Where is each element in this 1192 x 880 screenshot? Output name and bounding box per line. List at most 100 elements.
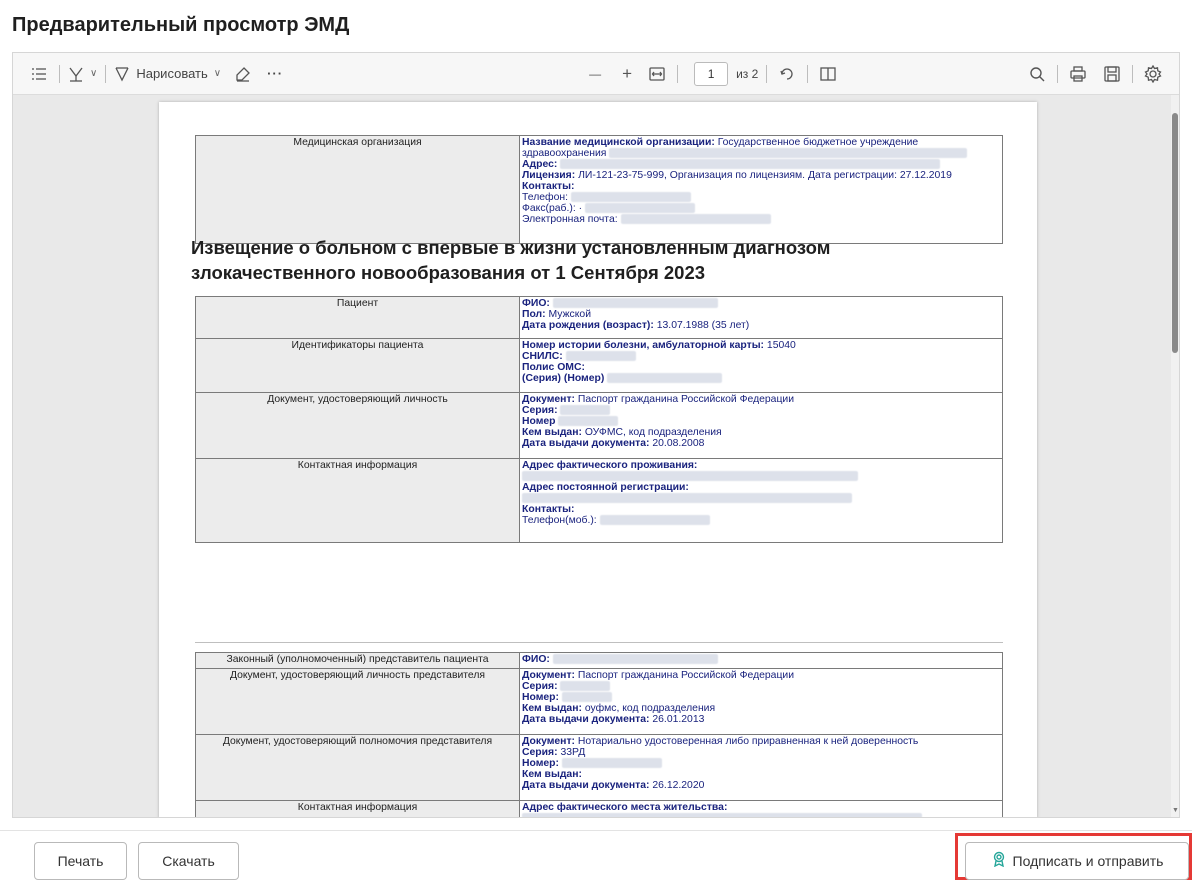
scrollbar-thumb[interactable] (1172, 113, 1178, 353)
sign-and-send-button[interactable]: Подписать и отправить (965, 842, 1189, 880)
rep-issued-value: оуфмс, код подразделения (584, 703, 716, 714)
oms-key: Полис ОМС: (522, 362, 585, 373)
highlight-icon[interactable]: ∨ (68, 60, 97, 88)
document-page: Медицинская организация Название медицин… (159, 102, 1037, 817)
redacted-field (561, 758, 662, 769)
redacted-field (620, 214, 771, 225)
sign-and-send-label: Подписать и отправить (1012, 853, 1164, 869)
snils-key: СНИЛС: (522, 351, 563, 362)
rep-issued-key: Кем выдан: (522, 703, 582, 714)
draw-label: Нарисовать (136, 66, 208, 81)
doc-details: Документ: Паспорт гражданина Российской … (519, 392, 1003, 459)
redacted-field (522, 471, 858, 482)
series-number-key: (Серия) (Номер) (522, 373, 605, 384)
org-name-key: Название медицинской организации: (522, 137, 715, 148)
redacted-field (558, 416, 619, 427)
save-icon[interactable] (1100, 60, 1124, 88)
dialog-title: Предварительный просмотр ЭМД (12, 14, 350, 36)
rep-address-key: Адрес фактического места жительства: (522, 802, 728, 813)
rep-doc-details: Документ: Паспорт гражданина Российской … (519, 668, 1003, 735)
issue-date-key: Дата выдачи документа: (522, 438, 650, 449)
redacted-field (565, 351, 636, 362)
page-view-icon[interactable] (816, 60, 840, 88)
auth-issued-key: Кем выдан: (522, 769, 582, 780)
redacted-field (560, 405, 611, 416)
contact-details: Адрес фактического проживания: Адрес пос… (519, 458, 1003, 543)
fio-key: ФИО: (522, 298, 550, 309)
scroll-down-arrow[interactable]: ▼ (1172, 807, 1179, 815)
signature-icon (991, 851, 1007, 871)
draw-icon (115, 66, 129, 81)
doc-value: Паспорт гражданина Российской Федерации (577, 394, 795, 405)
redacted-field (522, 813, 922, 817)
redacted-field (570, 192, 691, 203)
auth-series-key: Серия: (522, 747, 558, 758)
contacts-key: Контакты: (522, 504, 575, 515)
rep-issue-date-key: Дата выдачи документа: (522, 714, 650, 725)
rep-issue-date-value: 26.01.2013 (652, 714, 705, 725)
rep-label: Законный (уполномоченный) представитель … (195, 652, 520, 669)
contact-label: Контактная информация (195, 458, 520, 543)
dob-key: Дата рождения (возраст): (522, 320, 654, 331)
patient-details: ФИО: Пол: Мужской Дата рождения (возраст… (519, 296, 1003, 339)
zoom-out-button[interactable]: — (583, 60, 607, 88)
zoom-in-button[interactable]: + (615, 60, 639, 88)
page-number-input[interactable]: 1 (694, 61, 729, 86)
reg-address-key: Адрес постоянной регистрации: (522, 482, 689, 493)
rep-fio-key: ФИО: (522, 654, 550, 665)
series-key: Серия: (522, 405, 558, 416)
search-icon[interactable] (1025, 60, 1049, 88)
document-heading: Извещение о больном с впервые в жизни ус… (191, 237, 831, 283)
rep-contact-label: Контактная информация (195, 800, 520, 817)
rep-doc-label: Документ, удостоверяющий личность предст… (195, 668, 520, 735)
org-fax-key: Факс(раб.): · (522, 203, 583, 214)
org-license-key: Лицензия: (522, 170, 576, 181)
print-icon[interactable] (1066, 60, 1090, 88)
actual-address-key: Адрес фактического проживания: (522, 460, 698, 471)
redacted-field (561, 692, 612, 703)
issued-key: Кем выдан: (522, 427, 582, 438)
auth-series-value: 33РД (560, 747, 586, 758)
rep-doc-value: Паспорт гражданина Российской Федерации (577, 670, 795, 681)
dob-value: 13.07.1988 (35 лет) (656, 320, 750, 331)
mobile-key: Телефон(моб.): (522, 515, 597, 526)
redacted-field (552, 654, 718, 665)
draw-button[interactable]: Нарисовать ∨ (114, 60, 221, 88)
auth-doc-label: Документ, удостоверяющий полномочия пред… (195, 734, 520, 801)
issued-value: ОУФМС, код подразделения (584, 427, 722, 438)
rep-contact-details: Адрес фактического места жительства: (519, 800, 1003, 817)
chevron-down-icon[interactable]: ∨ (90, 68, 97, 79)
org-label: Медицинская организация (195, 135, 520, 244)
doc-key: Документ: (522, 394, 576, 405)
chevron-down-icon[interactable]: ∨ (214, 68, 221, 79)
pdf-viewer: ∨ Нарисовать ∨ ··· — + 1 из 2 ▼ Медицинс… (12, 52, 1180, 818)
redacted-field (552, 298, 718, 309)
sex-key: Пол: (522, 309, 546, 320)
eraser-icon[interactable] (231, 60, 255, 88)
auth-doc-details: Документ: Нотариально удостоверенная либ… (519, 734, 1003, 801)
representative-table: Законный (уполномоченный) представитель … (195, 652, 1003, 817)
org-license-value: ЛИ-121-23-75-999, Организация по лицензи… (578, 170, 952, 181)
org-contacts-key: Контакты: (522, 181, 575, 192)
redacted-field (599, 515, 710, 526)
print-button[interactable]: Печать (34, 842, 127, 880)
auth-date-value: 26.12.2020 (652, 780, 705, 791)
org-phone-key: Телефон: (522, 192, 568, 203)
download-button[interactable]: Скачать (138, 842, 239, 880)
redacted-field (607, 373, 723, 384)
auth-number-key: Номер: (522, 758, 559, 769)
more-button[interactable]: ··· (263, 60, 287, 88)
contents-icon[interactable] (27, 60, 51, 88)
section-divider (195, 642, 1003, 643)
rep-number-key: Номер: (522, 692, 559, 703)
settings-icon[interactable] (1141, 60, 1165, 88)
issue-date-value: 20.08.2008 (652, 438, 705, 449)
history-value: 15040 (766, 340, 796, 351)
patient-label: Пациент (195, 296, 520, 339)
rep-doc-key: Документ: (522, 670, 576, 681)
fit-width-icon[interactable] (645, 60, 669, 88)
rotate-icon[interactable] (775, 60, 799, 88)
org-address-key: Адрес: (522, 159, 558, 170)
history-key: Номер истории болезни, амбулаторной карт… (522, 340, 765, 351)
footer-divider (0, 830, 1192, 831)
